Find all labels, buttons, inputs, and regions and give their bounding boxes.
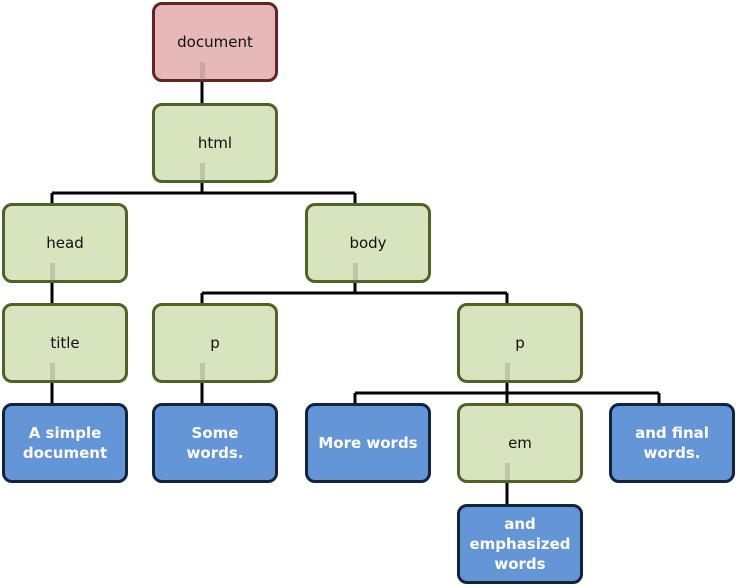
node-p1: p bbox=[152, 303, 278, 383]
node-label: em bbox=[508, 434, 532, 452]
node-label: More words bbox=[318, 434, 418, 452]
node-label: p bbox=[210, 334, 220, 352]
connector-stub bbox=[505, 363, 510, 381]
node-label: head bbox=[46, 234, 84, 252]
dom-tree-diagram: document html head body title p p A simp… bbox=[0, 0, 737, 587]
node-title: title bbox=[2, 303, 128, 383]
node-text-em: and emphasized words bbox=[457, 504, 583, 584]
connector-stub bbox=[50, 363, 55, 381]
connector-stub bbox=[200, 62, 205, 80]
node-html: html bbox=[152, 103, 278, 183]
node-label: p bbox=[515, 334, 525, 352]
node-text-title: A simple document bbox=[2, 403, 128, 483]
node-document: document bbox=[152, 2, 278, 82]
node-label: and emphasized words bbox=[469, 515, 571, 573]
node-text-p1: Some words. bbox=[152, 403, 278, 483]
node-p2: p bbox=[457, 303, 583, 383]
connector-stub bbox=[200, 163, 205, 181]
connector-stub bbox=[200, 363, 205, 381]
node-label: title bbox=[50, 334, 80, 352]
node-label: body bbox=[349, 234, 387, 252]
node-head: head bbox=[2, 203, 128, 283]
connectors bbox=[50, 82, 661, 504]
node-label: and final words. bbox=[635, 424, 709, 462]
node-text-more: More words bbox=[305, 403, 431, 483]
node-label: document bbox=[177, 33, 253, 51]
node-text-final: and final words. bbox=[609, 403, 735, 483]
node-label: A simple document bbox=[22, 424, 108, 462]
node-em: em bbox=[457, 403, 583, 483]
node-body: body bbox=[305, 203, 431, 283]
node-label: Some words. bbox=[186, 424, 244, 462]
connector-stub bbox=[50, 263, 55, 281]
connector-stub bbox=[353, 263, 358, 281]
node-label: html bbox=[197, 134, 233, 152]
connector-stub bbox=[505, 463, 510, 481]
